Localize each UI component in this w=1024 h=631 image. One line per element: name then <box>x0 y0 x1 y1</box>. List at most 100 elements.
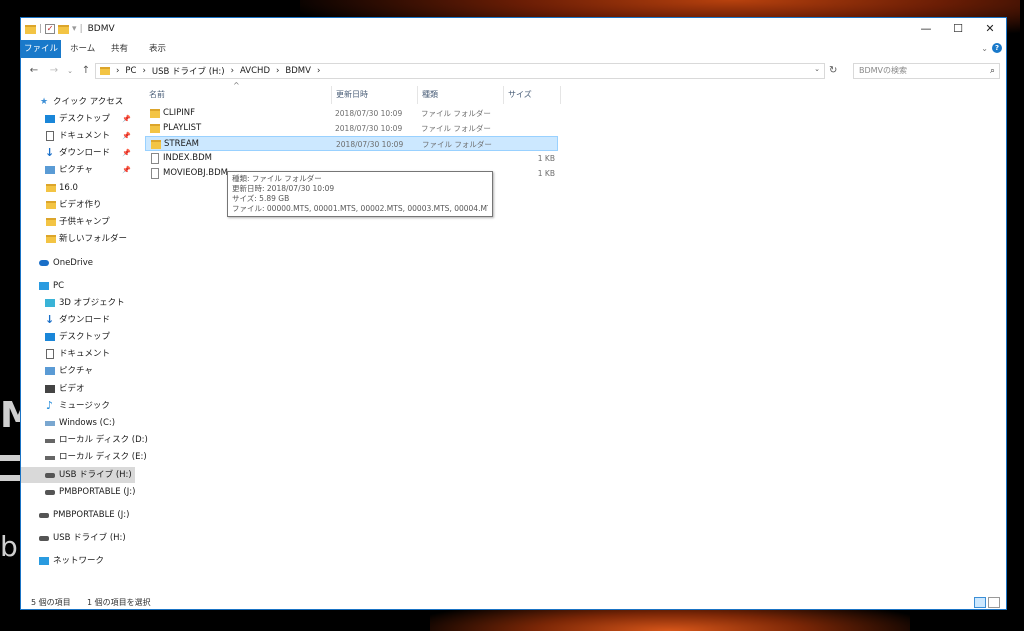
nav-drive-c[interactable]: Windows (C:) <box>21 415 135 431</box>
maximize-button[interactable]: ☐ <box>942 18 974 40</box>
folder-icon <box>150 109 160 118</box>
nav-onedrive[interactable]: OneDrive <box>21 255 135 271</box>
window-title: BDMV <box>87 24 115 34</box>
file-list: 名前 ^ 更新日時 種類 サイズ CLIPINF 2018/07/30 10:0… <box>145 81 1005 591</box>
download-icon: ↓ <box>45 146 55 159</box>
folder-info-tooltip: 種類: ファイル フォルダー 更新日時: 2018/07/30 10:09 サイ… <box>227 171 493 217</box>
new-folder-icon[interactable] <box>58 24 70 34</box>
folder-icon <box>46 218 56 226</box>
breadcrumb-usb-drive[interactable]: USB ドライブ (H:) <box>152 65 225 77</box>
wallpaper-graphic: b <box>0 530 18 563</box>
refresh-icon[interactable]: ↻ <box>829 65 837 76</box>
search-input[interactable]: BDMVの検索 ⌕ <box>853 63 1000 79</box>
nav-pc-documents[interactable]: ドキュメント <box>21 346 135 362</box>
status-bar: 5 個の項目 1 個の項目を選択 <box>21 595 1006 611</box>
usb-drive-icon <box>39 513 49 518</box>
music-icon: ♪ <box>46 399 54 412</box>
quick-access-toolbar: | ✓ ▾ | BDMV <box>25 22 115 36</box>
search-icon[interactable]: ⌕ <box>990 64 995 78</box>
nav-pc-music[interactable]: ♪ ミュージック <box>21 398 135 414</box>
nav-pc-pictures[interactable]: ピクチャ <box>21 363 135 379</box>
back-button[interactable]: ← <box>27 63 41 79</box>
nav-3d-objects[interactable]: 3D オブジェクト <box>21 295 135 311</box>
ribbon-tabs: ファイル ホーム 共有 表示 ⌄ ? <box>21 40 1006 58</box>
breadcrumb-bdmv[interactable]: BDMV <box>285 66 311 76</box>
column-header-type[interactable]: 種類 <box>422 88 438 102</box>
properties-icon[interactable]: ✓ <box>45 24 56 34</box>
column-header-name[interactable]: 名前 <box>149 88 165 102</box>
breadcrumb-pc[interactable]: PC <box>125 66 136 76</box>
pin-icon[interactable]: 📌 <box>122 145 131 161</box>
customize-qat-icon[interactable]: ▾ <box>72 24 77 34</box>
selected-count: 1 個の項目を選択 <box>87 598 151 607</box>
column-header-size[interactable]: サイズ <box>508 88 532 102</box>
address-bar[interactable]: › PC › USB ドライブ (H:) › AVCHD › BDMV › ⌄ <box>95 63 825 79</box>
network-icon <box>39 557 49 565</box>
file-row-clipinf[interactable]: CLIPINF 2018/07/30 10:09 ファイル フォルダー <box>145 106 558 121</box>
nav-pc-videos[interactable]: ビデオ <box>21 381 135 397</box>
nav-folder-video[interactable]: ビデオ作り <box>21 197 135 213</box>
nav-drive-e[interactable]: ローカル ディスク (E:) <box>21 449 147 465</box>
nav-pc[interactable]: PC <box>21 278 135 294</box>
pin-icon[interactable]: 📌 <box>122 111 131 127</box>
recent-locations-button[interactable]: ⌄ <box>63 63 77 79</box>
drive-icon <box>45 456 55 460</box>
nav-root-drive-h[interactable]: USB ドライブ (H:) <box>21 530 135 546</box>
nav-network[interactable]: ネットワーク <box>21 553 135 569</box>
file-row-playlist[interactable]: PLAYLIST 2018/07/30 10:09 ファイル フォルダー <box>145 121 558 136</box>
usb-drive-icon <box>39 536 49 541</box>
forward-button[interactable]: → <box>47 63 61 79</box>
file-row-index-bdm[interactable]: INDEX.BDM 1 KB <box>145 151 558 166</box>
computer-icon <box>39 282 49 290</box>
tab-share[interactable]: 共有 <box>111 40 128 58</box>
tooltip-size: サイズ: 5.89 GB <box>232 194 290 203</box>
chevron-down-icon[interactable]: ⌄ <box>814 65 820 73</box>
column-header-date[interactable]: 更新日時 <box>336 88 368 102</box>
nav-pictures[interactable]: ピクチャ 📌 <box>21 162 135 178</box>
nav-pc-downloads[interactable]: ↓ ダウンロード <box>21 312 135 328</box>
nav-drive-h[interactable]: USB ドライブ (H:) <box>21 467 135 483</box>
folder-icon <box>46 184 56 192</box>
nav-drive-d[interactable]: ローカル ディスク (D:) <box>21 432 148 448</box>
nav-folder-camp[interactable]: 子供キャンプ <box>21 214 135 230</box>
nav-root-drive-j[interactable]: PMBPORTABLE (J:) <box>21 507 135 523</box>
tab-file[interactable]: ファイル <box>21 40 61 58</box>
nav-quick-access[interactable]: ★ クイック アクセス <box>21 94 135 110</box>
navigation-pane: ★ クイック アクセス デスクトップ 📌 ドキュメント 📌 ↓ ダウンロード 📌… <box>21 90 148 595</box>
cloud-icon <box>39 260 49 266</box>
expand-ribbon-icon[interactable]: ⌄ <box>981 44 988 53</box>
sort-ascending-icon: ^ <box>233 81 240 90</box>
folder-icon <box>150 124 160 133</box>
file-row-stream[interactable]: STREAM 2018/07/30 10:09 ファイル フォルダー <box>145 136 558 151</box>
tab-view[interactable]: 表示 <box>149 40 166 58</box>
breadcrumb-avchd[interactable]: AVCHD <box>240 66 270 76</box>
minimize-button[interactable]: — <box>910 18 942 40</box>
close-button[interactable]: ✕ <box>974 18 1006 40</box>
nav-desktop[interactable]: デスクトップ 📌 <box>21 111 135 127</box>
folder-icon <box>25 24 36 34</box>
navigation-bar: ← → ⌄ ↑ › PC › USB ドライブ (H:) › AVCHD › B… <box>21 61 1006 81</box>
pictures-icon <box>45 166 55 174</box>
desktop-icon <box>45 115 55 123</box>
pin-icon[interactable]: 📌 <box>122 162 131 178</box>
pin-icon[interactable]: 📌 <box>122 128 131 144</box>
video-icon <box>45 385 55 393</box>
file-explorer-window: | ✓ ▾ | BDMV — ☐ ✕ ファイル ホーム 共有 表示 ⌄ ? ← … <box>20 17 1007 610</box>
nav-drive-j[interactable]: PMBPORTABLE (J:) <box>21 484 135 500</box>
nav-folder-new[interactable]: 新しいフォルダー <box>21 231 135 247</box>
nav-folder-16[interactable]: 16.0 <box>21 180 135 196</box>
help-icon[interactable]: ? <box>992 43 1002 53</box>
wallpaper-graphic <box>0 455 20 461</box>
tab-home[interactable]: ホーム <box>70 40 95 58</box>
folder-icon <box>100 67 110 75</box>
large-icons-view-icon[interactable] <box>988 597 1000 608</box>
desktop-icon <box>45 333 55 341</box>
cube-icon <box>45 299 55 307</box>
tooltip-date: 更新日時: 2018/07/30 10:09 <box>232 184 335 193</box>
nav-pc-desktop[interactable]: デスクトップ <box>21 329 135 345</box>
details-view-icon[interactable] <box>974 597 986 608</box>
up-button[interactable]: ↑ <box>79 63 93 79</box>
windows-drive-icon <box>45 421 55 426</box>
nav-documents[interactable]: ドキュメント 📌 <box>21 128 135 144</box>
nav-downloads[interactable]: ↓ ダウンロード 📌 <box>21 145 135 161</box>
